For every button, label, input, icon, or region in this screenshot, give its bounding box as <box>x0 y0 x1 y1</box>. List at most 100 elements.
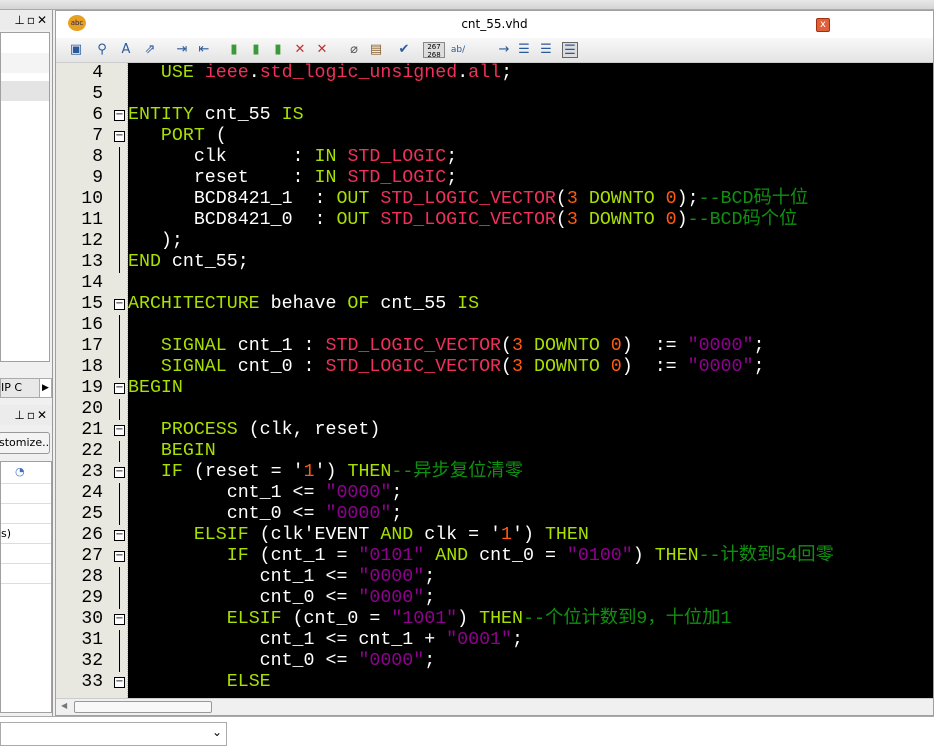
chevron-down-icon: ⌄ <box>211 725 222 739</box>
prev-bookmark-icon[interactable]: ▮ <box>270 42 286 58</box>
code-line[interactable]: cnt_1 <= cnt_1 + "0001"; <box>128 630 523 651</box>
code-token-nm: 0 <box>610 357 622 377</box>
code-line[interactable]: PORT ( <box>128 126 227 147</box>
code-area[interactable]: USE ieee.std_logic_unsigned.all; ENTITY c… <box>128 63 933 698</box>
code-token-tx <box>128 357 161 377</box>
code-line[interactable]: SIGNAL cnt_0 : STD_LOGIC_VECTOR(3 DOWNTO… <box>128 357 765 378</box>
panel-controls-2[interactable]: ⊥▫✕ <box>0 405 52 425</box>
fold-toggle-icon[interactable]: − <box>114 383 125 394</box>
fold-toggle-icon[interactable]: − <box>114 425 125 436</box>
doc-icon-2[interactable]: ☰ <box>538 42 554 58</box>
scroll-left-icon[interactable]: ◀ <box>61 701 67 710</box>
tab-scroll-right-icon[interactable]: ▶ <box>39 379 51 397</box>
code-line[interactable]: cnt_0 <= "0000"; <box>128 651 436 672</box>
code-token-kw: DOWNTO <box>588 189 655 209</box>
line-numbers-toggle[interactable]: 267 268 <box>423 42 445 59</box>
scrollbar-thumb[interactable] <box>74 701 212 713</box>
tree-row[interactable] <box>1 53 49 73</box>
open-file-icon[interactable]: ▣ <box>68 42 84 58</box>
code-line[interactable]: IF (reset = '1') THEN--异步复位清零 <box>128 462 523 483</box>
tree-row[interactable] <box>1 81 49 101</box>
fold-toggle-icon[interactable]: − <box>114 614 125 625</box>
code-line[interactable]: USE ieee.std_logic_unsigned.all; <box>128 63 512 84</box>
code-token-tx: reset : <box>128 168 315 188</box>
code-token-kw: ARCHITECTURE <box>128 294 260 314</box>
fold-toggle-icon[interactable]: − <box>114 110 125 121</box>
line-number: 13 <box>81 252 103 272</box>
horizontal-scrollbar[interactable]: ◀ <box>56 698 933 715</box>
code-line[interactable]: ENTITY cnt_55 IS <box>128 105 304 126</box>
code-line[interactable]: reset : IN STD_LOGIC; <box>128 168 457 189</box>
bottom-dropdown[interactable]: ⌄ <box>0 722 227 746</box>
project-tree[interactable] <box>0 32 50 362</box>
panel-controls[interactable]: ⊥▫✕ <box>0 10 52 30</box>
code-token-kw: THEN <box>654 546 699 566</box>
code-line[interactable]: BCD8421_0 : OUT STD_LOGIC_VECTOR(3 DOWNT… <box>128 210 798 231</box>
code-token-tx: ; <box>753 357 765 377</box>
line-number: 26 <box>81 525 103 545</box>
template-icon[interactable]: ▤ <box>368 42 384 58</box>
doc-icon-3[interactable]: ☰ <box>562 42 578 58</box>
code-line[interactable]: SIGNAL cnt_1 : STD_LOGIC_VECTOR(3 DOWNTO… <box>128 336 765 357</box>
bookmark-icon[interactable]: ▮ <box>226 42 242 58</box>
code-line[interactable]: PROCESS (clk, reset) <box>128 420 380 441</box>
code-line[interactable]: cnt_1 <= "0000"; <box>128 483 403 504</box>
code-token-tx <box>128 525 194 545</box>
code-line[interactable]: BEGIN <box>128 441 216 462</box>
fold-guide <box>119 567 120 588</box>
code-line[interactable]: clk : IN STD_LOGIC; <box>128 147 457 168</box>
line-number: 6 <box>92 105 103 125</box>
fold-toggle-icon[interactable]: − <box>114 677 125 688</box>
clock-icon: ◔ <box>15 465 25 478</box>
indent-icon[interactable]: ⇥ <box>174 42 190 58</box>
code-line[interactable]: ELSIF (cnt_0 = "1001") THEN--个位计数到9，十位加1 <box>128 609 732 630</box>
line-number: 12 <box>81 231 103 251</box>
code-line[interactable]: END cnt_55; <box>128 252 249 273</box>
code-line[interactable]: cnt_0 <= "0000"; <box>128 588 436 609</box>
word-wrap-button[interactable]: ab/ <box>448 42 468 58</box>
code-line[interactable]: IF (cnt_1 = "0101" AND cnt_0 = "0100") T… <box>128 546 834 567</box>
line-number: 15 <box>81 294 103 314</box>
editor-title-bar: abc cnt_55.vhd x <box>56 11 933 38</box>
ip-catalog-tab[interactable]: IP C ▶ <box>0 378 52 398</box>
fold-toggle-icon[interactable]: − <box>114 467 125 478</box>
code-token-kw: SIGNAL <box>160 357 227 377</box>
code-token-tx: cnt_0 : <box>226 357 326 377</box>
goto-icon[interactable]: ⇗ <box>142 42 158 58</box>
code-line[interactable]: cnt_0 <= "0000"; <box>128 504 403 525</box>
doc-icon-1[interactable]: ☰ <box>516 42 532 58</box>
code-token-tx: cnt_1 <= <box>128 483 326 503</box>
next-bookmark-icon[interactable]: ▮ <box>248 42 264 58</box>
customize-button[interactable]: stomize... <box>0 432 50 454</box>
tab-arrow-icon[interactable]: → <box>496 42 512 58</box>
find-icon[interactable]: ⚲ <box>94 42 110 58</box>
code-token-tx: clk = ' <box>413 525 502 545</box>
replace-icon[interactable]: A <box>118 42 134 58</box>
delete-bookmark-icon[interactable]: ✕ <box>292 42 308 58</box>
fold-toggle-icon[interactable]: − <box>114 299 125 310</box>
code-token-kw: IN <box>314 147 337 167</box>
attach-icon[interactable]: ⌀ <box>346 42 362 58</box>
code-line[interactable]: BEGIN <box>128 378 183 399</box>
fold-guide <box>119 588 120 609</box>
code-token-tx: ( <box>501 357 513 377</box>
fold-toggle-icon[interactable]: − <box>114 530 125 541</box>
unindent-icon[interactable]: ⇤ <box>196 42 212 58</box>
code-line[interactable]: ARCHITECTURE behave OF cnt_55 IS <box>128 294 479 315</box>
close-button[interactable]: x <box>816 18 830 32</box>
code-token-tx: cnt_0 <= <box>128 504 326 524</box>
code-line[interactable]: ELSIF (clk'EVENT AND clk = '1') THEN <box>128 525 589 546</box>
code-line[interactable]: BCD8421_1 : OUT STD_LOGIC_VECTOR(3 DOWNT… <box>128 189 808 210</box>
fold-toggle-icon[interactable]: − <box>114 131 125 142</box>
code-line[interactable]: ELSE <box>128 672 271 693</box>
code-token-tx: cnt_55 <box>369 294 458 314</box>
delete-all-bookmarks-icon[interactable]: ✕ <box>314 42 330 58</box>
code-line[interactable]: ); <box>128 231 183 252</box>
edit-check-icon[interactable]: ✔ <box>396 42 412 58</box>
code-line[interactable]: cnt_1 <= "0000"; <box>128 567 436 588</box>
code-editor-window: abc cnt_55.vhd x ▣ ⚲ A ⇗ ⇥ ⇤ ▮ ▮ ▮ ✕ ✕ ⌀… <box>55 10 934 716</box>
code-token-tx: BCD8421_0 : <box>128 210 337 230</box>
code-token-tx: ; <box>424 588 436 608</box>
fold-toggle-icon[interactable]: − <box>114 551 125 562</box>
code-token-nm: 0 <box>665 210 677 230</box>
